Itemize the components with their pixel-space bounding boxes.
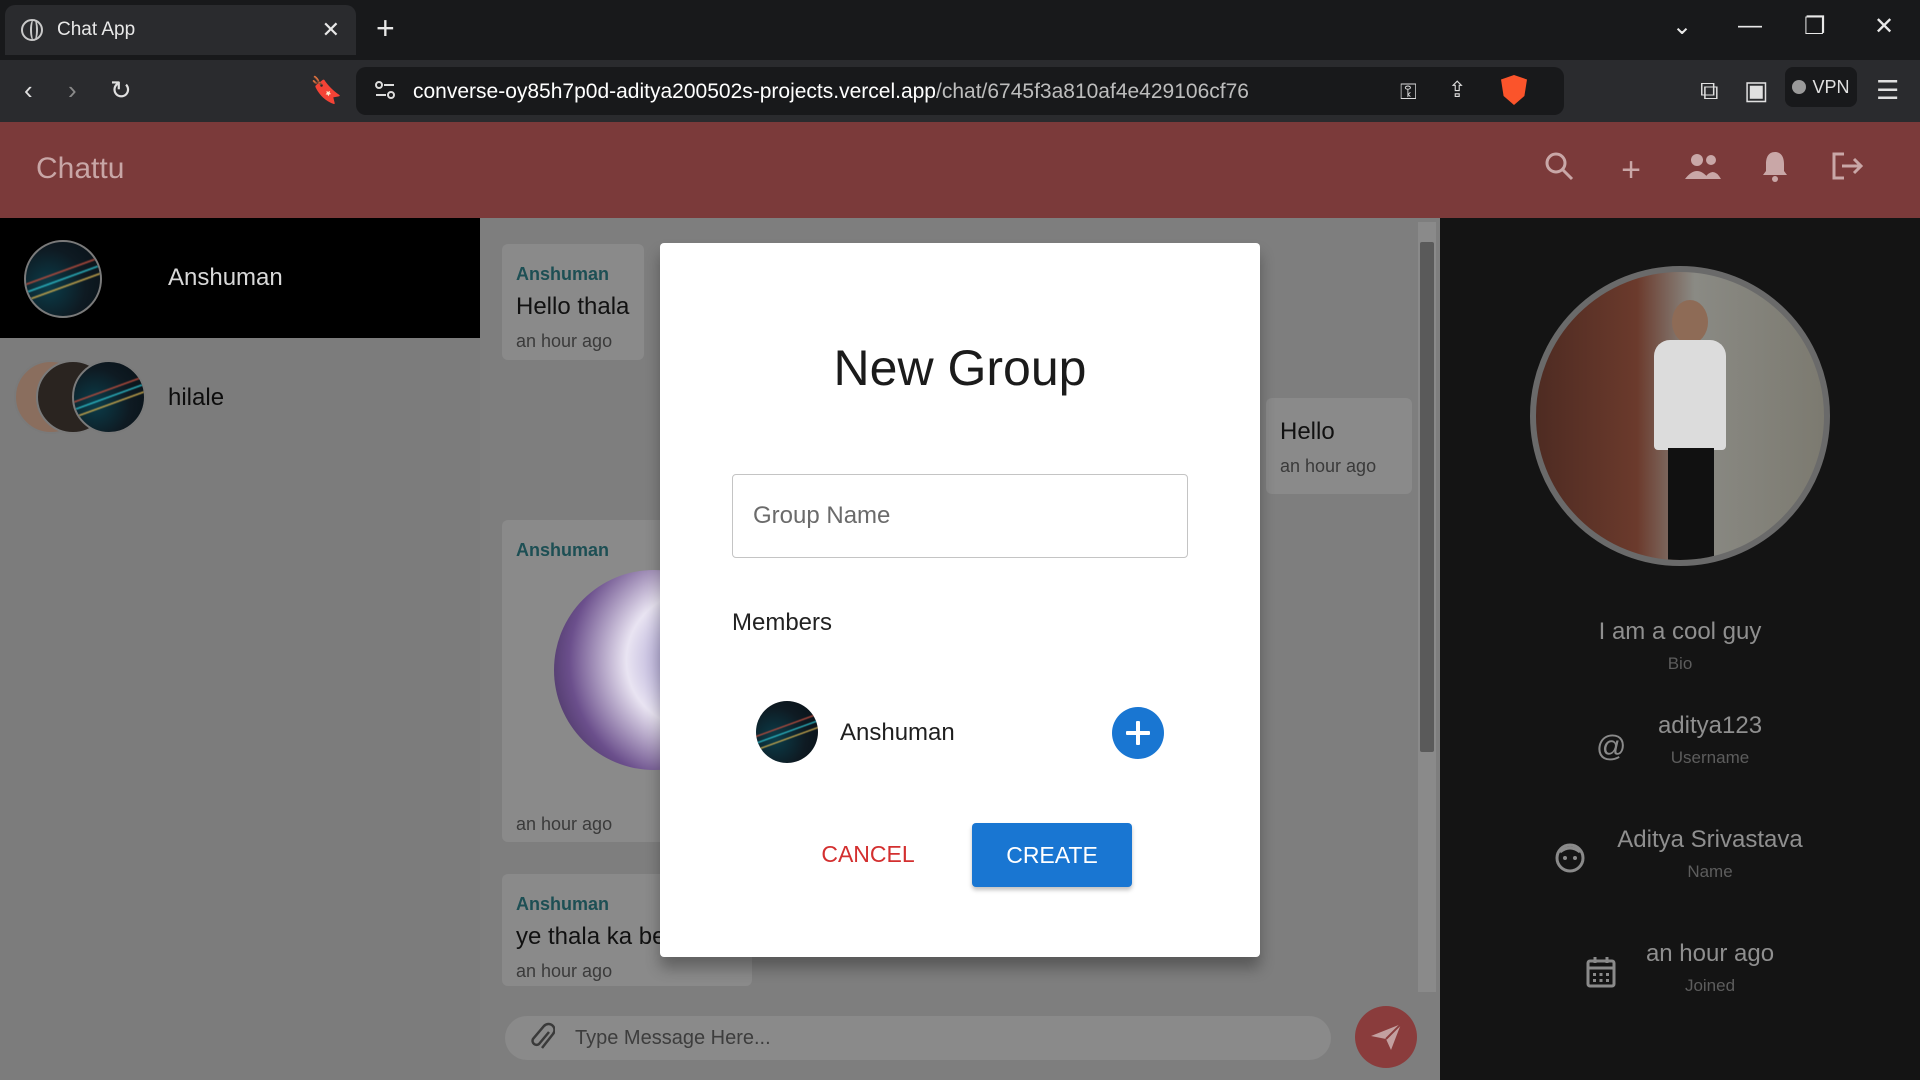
reload-icon[interactable]: ↻: [110, 76, 132, 104]
site-info-icon[interactable]: [374, 79, 396, 101]
chat-item-hilale[interactable]: hilale: [0, 338, 480, 458]
chat-item-anshuman[interactable]: Anshuman: [0, 218, 480, 338]
message-time: an hour ago: [516, 961, 613, 981]
plus-icon: [1126, 721, 1150, 745]
message-text: Hello thala: [516, 293, 630, 320]
url-host: converse-oy85h7p0d-aditya200502s-project…: [413, 80, 936, 103]
address-bar[interactable]: converse-oy85h7p0d-aditya200502s-project…: [356, 67, 1564, 115]
joined-label: Joined: [1684, 976, 1736, 995]
url-path: /chat/6745f3a810af4e429106cf76: [936, 80, 1249, 103]
message-bubble: Hello an hour ago: [1266, 398, 1412, 494]
bookmark-icon[interactable]: 🔖: [310, 76, 342, 104]
restore-icon[interactable]: ❐: [1804, 12, 1826, 41]
tab-title: Chat App: [57, 19, 136, 40]
name-label: Name: [1687, 862, 1733, 881]
create-button[interactable]: CREATE: [972, 823, 1132, 887]
url-text: converse-oy85h7p0d-aditya200502s-project…: [413, 80, 1249, 104]
dialog-title: New Group: [833, 340, 1087, 396]
message-time: an hour ago: [516, 814, 613, 834]
scrollbar-thumb[interactable]: [1420, 242, 1434, 752]
vpn-label: VPN: [1812, 76, 1850, 97]
avatar: [72, 360, 146, 434]
message-composer: [505, 1016, 1331, 1060]
bio-label: Bio: [1667, 654, 1693, 673]
group-icon[interactable]: [1683, 150, 1723, 190]
logout-icon[interactable]: [1827, 150, 1867, 190]
face-icon: [1554, 842, 1586, 882]
menu-icon[interactable]: ☰: [1876, 76, 1899, 104]
key-icon[interactable]: ⚿: [1400, 79, 1417, 105]
sidebar-toggle-icon[interactable]: ▣: [1744, 76, 1769, 104]
add-icon[interactable]: +: [1611, 150, 1651, 190]
profile-panel: I am a cool guy Bio @ aditya123 Username…: [1440, 218, 1920, 1080]
send-icon: [1371, 1023, 1402, 1050]
back-icon[interactable]: ‹: [24, 76, 33, 104]
avatar: [756, 701, 818, 763]
window-close-icon[interactable]: ✕: [1874, 12, 1894, 41]
message-text: Hello: [1280, 418, 1335, 445]
vpn-button[interactable]: VPN: [1785, 67, 1857, 107]
tab-close-icon[interactable]: ✕: [322, 17, 340, 43]
profile-person-figure: [1654, 300, 1726, 560]
share-icon[interactable]: ⇪: [1448, 77, 1466, 103]
chat-item-name: hilale: [168, 384, 225, 411]
members-label: Members: [732, 609, 833, 636]
avatar: [24, 240, 102, 318]
cancel-button[interactable]: CANCEL: [788, 823, 948, 885]
message-input[interactable]: [575, 1016, 1315, 1060]
username-label: Username: [1670, 748, 1750, 767]
notifications-icon[interactable]: [1755, 150, 1795, 190]
forward-icon[interactable]: ›: [68, 76, 77, 104]
vpn-status-icon: [1792, 80, 1807, 94]
new-group-dialog: New Group Members Anshuman CANCEL CREATE: [660, 243, 1260, 957]
message-sender: Anshuman: [516, 264, 610, 284]
globe-icon: [21, 19, 43, 41]
group-name-input[interactable]: [732, 474, 1188, 558]
profile-bio: I am a cool guy Bio: [1440, 618, 1920, 674]
message-time: an hour ago: [1280, 456, 1377, 476]
message-time: an hour ago: [516, 331, 613, 351]
profile-username: aditya123 Username: [1590, 712, 1830, 768]
profile-joined: an hour ago Joined: [1590, 940, 1830, 996]
name-value: Aditya Srivastava: [1617, 826, 1803, 853]
chat-list: Anshuman hilale: [0, 218, 480, 1080]
app-header: Chattu +: [0, 122, 1920, 218]
add-member-button[interactable]: [1112, 707, 1164, 759]
joined-value: an hour ago: [1645, 940, 1775, 967]
attachment-icon[interactable]: [531, 1022, 556, 1061]
profile-picture: [1530, 266, 1830, 566]
send-button[interactable]: [1355, 1006, 1417, 1068]
extensions-icon[interactable]: ⧉: [1700, 76, 1719, 104]
messages-scrollbar[interactable]: [1418, 222, 1436, 992]
browser-tab[interactable]: Chat App ✕: [5, 5, 356, 55]
username-value: aditya123: [1657, 712, 1763, 739]
minimize-icon[interactable]: —: [1738, 12, 1762, 40]
bio-value: I am a cool guy: [1598, 618, 1762, 645]
app-brand: Chattu: [36, 152, 125, 185]
new-tab-button[interactable]: +: [376, 12, 395, 44]
browser-tab-strip: Chat App ✕ + ⌄ — ❐ ✕: [0, 0, 1920, 60]
profile-name: Aditya Srivastava Name: [1590, 826, 1830, 882]
member-list-item: Anshuman: [756, 701, 1166, 763]
search-icon[interactable]: [1539, 150, 1579, 190]
member-name: Anshuman: [840, 719, 955, 746]
browser-toolbar: ‹ › ↻ 🔖 converse-oy85h7p0d-aditya200502s…: [0, 60, 1920, 122]
tab-search-chevron-icon[interactable]: ⌄: [1672, 12, 1692, 41]
chat-item-name: Anshuman: [168, 264, 283, 291]
message-bubble: Anshuman Hello thala an hour ago: [502, 244, 644, 360]
brave-shield-icon[interactable]: [1501, 75, 1527, 105]
